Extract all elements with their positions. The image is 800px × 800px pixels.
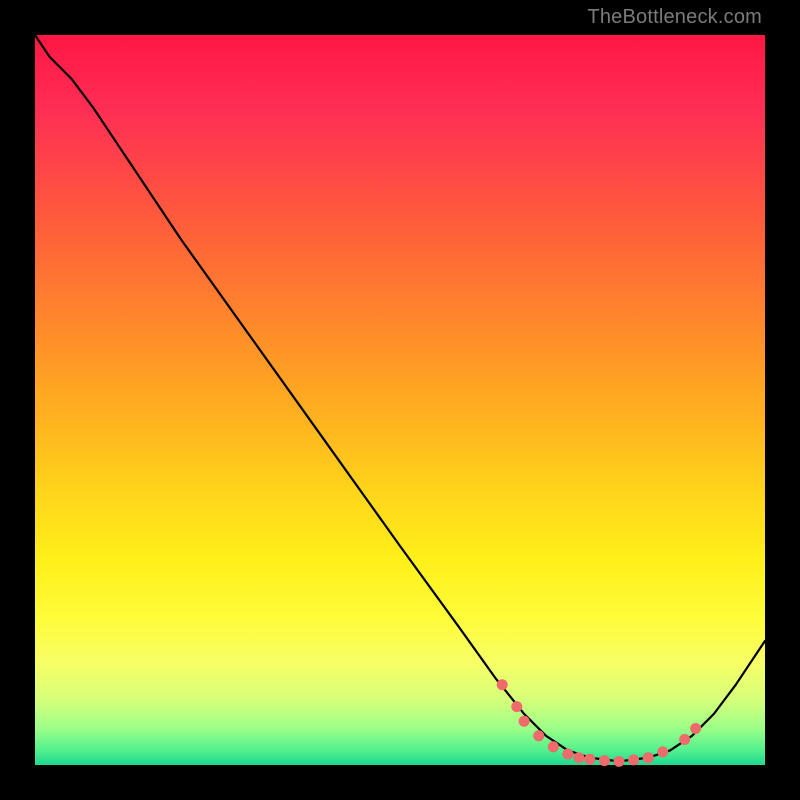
curve-marker [628,754,639,765]
chart-svg [35,35,765,765]
curve-marker [519,716,530,727]
watermark-text: TheBottleneck.com [587,6,762,29]
curve-marker [562,749,573,760]
curve-markers [497,679,701,767]
curve-marker [497,679,508,690]
curve-marker [657,746,668,757]
curve-marker [511,701,522,712]
curve-marker [679,734,690,745]
curve-marker [643,752,654,763]
curve-marker [533,730,544,741]
chart-frame [35,35,765,765]
bottleneck-curve [35,35,765,761]
curve-marker [548,741,559,752]
curve-marker [690,723,701,734]
curve-marker [584,754,595,765]
curve-marker [599,755,610,766]
curve-marker [614,756,625,767]
curve-marker [573,752,584,763]
